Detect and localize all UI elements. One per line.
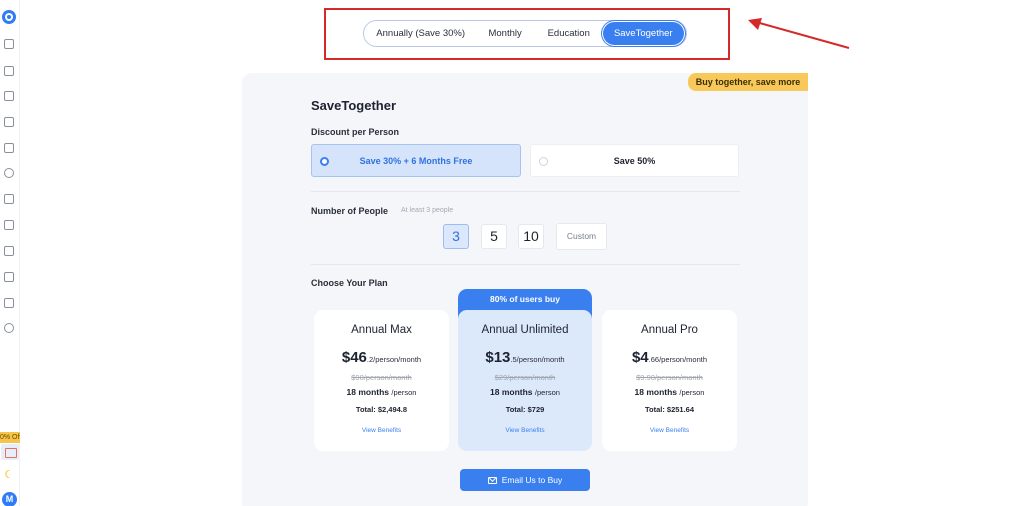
price-rest: .66/person/month (648, 355, 708, 364)
annotation-highlight-box (324, 8, 730, 60)
caption-icon[interactable] (4, 66, 14, 76)
promo-badge[interactable]: 0% Off (0, 432, 20, 443)
old-price: $90/person/month (351, 373, 412, 382)
gift-icon[interactable] (1, 444, 19, 460)
discount-option-30[interactable]: Save 30% + 6 Months Free (311, 144, 521, 177)
discount-option-label: Save 50% (613, 156, 656, 166)
code-icon[interactable] (4, 117, 14, 127)
moon-icon[interactable]: ☾ (4, 470, 14, 481)
pricing-page: 0% Off ☾ M Annually (Save 30%) Monthly E… (0, 0, 1024, 506)
months-value: 18 months (490, 387, 533, 397)
months-unit: /person (679, 388, 705, 397)
plan-months: 18 months /person (314, 387, 449, 397)
discount-option-label: Save 30% + 6 Months Free (359, 156, 473, 166)
plan-price: $13.5/person/month (458, 349, 592, 366)
edit-icon[interactable] (4, 194, 14, 204)
plan-name: Annual Unlimited (481, 324, 569, 336)
months-unit: /person (534, 388, 560, 397)
left-sidebar: 0% Off ☾ M (0, 0, 20, 506)
people-option-10[interactable]: 10 (518, 224, 544, 249)
view-benefits-link[interactable]: View Benefits (602, 427, 737, 434)
screen-icon[interactable] (4, 246, 14, 256)
app-logo-icon[interactable] (2, 10, 16, 24)
plan-price: $4.66/person/month (602, 349, 737, 366)
document-icon[interactable] (4, 91, 14, 101)
plan-total: Total: $729 (505, 405, 545, 414)
buy-button-label: Email Us to Buy (501, 475, 563, 485)
camera-icon[interactable] (4, 39, 14, 49)
old-price: $29/person/month (494, 373, 556, 382)
radio-unselected-icon (539, 157, 548, 166)
plan-card-annual-pro[interactable]: Annual Pro $4.66/person/month $9.90/pers… (602, 310, 737, 451)
book-icon[interactable] (4, 298, 14, 308)
plan-name: Annual Max (351, 324, 412, 336)
image-edit-icon[interactable] (4, 143, 14, 153)
people-hint: At least 3 people (401, 207, 454, 214)
old-price: $9.90/person/month (636, 373, 703, 382)
hourglass-icon[interactable] (4, 272, 14, 282)
mail-icon (487, 477, 497, 484)
chat-icon[interactable] (4, 168, 14, 178)
people-option-3[interactable]: 3 (443, 224, 469, 249)
plan-name: Annual Pro (641, 324, 698, 336)
price-main: $4 (631, 349, 649, 366)
discount-option-50[interactable]: Save 50% (530, 144, 739, 177)
plan-card-annual-max[interactable]: Annual Max $46.2/person/month $90/person… (314, 310, 449, 451)
people-option-5[interactable]: 5 (481, 224, 507, 249)
price-rest: .5/person/month (510, 355, 565, 364)
avatar[interactable]: M (2, 492, 17, 506)
view-benefits-link[interactable]: View Benefits (314, 427, 449, 434)
people-custom-input[interactable]: Custom (556, 223, 607, 250)
months-unit: /person (391, 388, 417, 397)
people-label: Number of People (311, 206, 389, 216)
plan-months: 18 months /person (458, 387, 592, 397)
price-rest: .2/person/month (366, 355, 422, 364)
divider (311, 264, 740, 265)
plan-months: 18 months /person (602, 387, 737, 397)
divider (311, 191, 740, 192)
plan-price: $46.2/person/month (314, 349, 449, 366)
plan-card-annual-unlimited[interactable]: Annual Unlimited $13.5/person/month $29/… (458, 310, 592, 451)
months-value: 18 months (634, 387, 678, 397)
plan-total: Total: $2,494.8 (355, 405, 408, 414)
discount-label: Discount per Person (311, 127, 400, 137)
view-benefits-link[interactable]: View Benefits (458, 427, 592, 434)
promo-ribbon: Buy together, save more (688, 73, 808, 91)
price-main: $46 (341, 349, 367, 366)
card-title: SaveTogether (311, 98, 397, 113)
price-main: $13 (485, 349, 511, 366)
plan-label: Choose Your Plan (311, 278, 388, 288)
annotation-arrow-icon (748, 18, 850, 49)
gallery-icon[interactable] (4, 220, 14, 230)
plan-total: Total: $251.64 (644, 405, 695, 414)
circle-icon[interactable] (4, 323, 14, 333)
radio-selected-icon (320, 157, 329, 166)
months-value: 18 months (346, 387, 390, 397)
email-to-buy-button[interactable]: Email Us to Buy (460, 469, 590, 491)
